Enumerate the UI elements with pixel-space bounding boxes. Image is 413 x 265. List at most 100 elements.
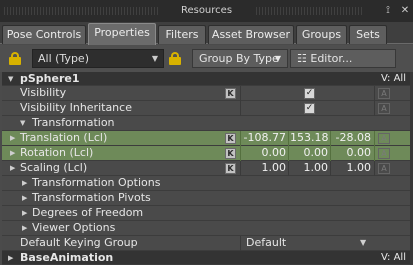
window-title: Resources xyxy=(180,5,233,16)
collapsed-triangle-icon[interactable]: ▶ xyxy=(10,131,15,145)
key-button[interactable]: K xyxy=(225,133,236,144)
editor-icon: ☷ xyxy=(297,52,307,65)
object-header-baseanimation[interactable]: ▶ BaseAnimation V: All xyxy=(2,251,410,265)
collapsed-triangle-icon[interactable]: ▶ xyxy=(8,251,13,265)
visibility-mode[interactable]: V: All xyxy=(381,251,406,265)
object-name: BaseAnimation xyxy=(20,251,114,264)
column-divider xyxy=(240,101,241,116)
collapsed-triangle-icon[interactable]: ▶ xyxy=(22,221,27,235)
type-filter-dropdown[interactable]: All (Type) ▼ xyxy=(32,49,164,68)
group-label: Transformation Pivots xyxy=(32,191,151,204)
visibility-checkbox[interactable]: ✓ xyxy=(304,88,315,99)
property-label: Translation (Lcl) xyxy=(20,131,108,144)
type-filter-value: All (Type) xyxy=(38,52,89,65)
group-by-label: Group By Type xyxy=(199,52,279,65)
editor-button[interactable]: ☷ Editor... xyxy=(290,49,396,68)
scaling-z-field[interactable]: 1.00 xyxy=(332,161,372,175)
column-divider xyxy=(240,161,241,176)
group-by-dropdown[interactable]: Group By Type ▼ xyxy=(192,49,288,68)
object-header-psphere1[interactable]: ▼ pSphere1 V: All xyxy=(2,72,410,86)
property-label: Rotation (Lcl) xyxy=(20,146,94,159)
column-divider xyxy=(374,101,375,116)
chevron-down-icon: ▼ xyxy=(274,54,281,63)
column-divider xyxy=(374,146,375,161)
group-row-viewer-options[interactable]: ▶ Viewer Options xyxy=(2,221,410,236)
property-row-default-keying-group: Default Keying Group Default ▼ xyxy=(2,236,410,251)
lock-icon[interactable] xyxy=(8,52,22,65)
translation-z-field[interactable]: -28.08 xyxy=(332,131,371,145)
collapsed-triangle-icon[interactable]: ▶ xyxy=(10,146,15,160)
rotation-z-field[interactable]: 0.00 xyxy=(332,146,372,160)
column-divider xyxy=(330,131,331,146)
property-label: Visibility xyxy=(20,86,67,99)
column-divider xyxy=(374,131,375,146)
collapsed-triangle-icon[interactable]: ▶ xyxy=(22,191,27,205)
column-divider xyxy=(330,146,331,161)
collapsed-triangle-icon[interactable]: ▶ xyxy=(22,176,27,190)
tab-asset-browser[interactable]: Asset Browser xyxy=(208,25,294,44)
animate-button[interactable]: A xyxy=(378,163,390,174)
group-label: Viewer Options xyxy=(32,221,116,234)
tab-groups[interactable]: Groups xyxy=(296,25,347,44)
tab-properties[interactable]: Properties xyxy=(88,23,156,45)
key-button[interactable]: K xyxy=(225,163,236,174)
lock-body xyxy=(9,57,21,65)
group-row-transformation[interactable]: ▼ Transformation xyxy=(2,116,410,131)
property-label: Default Keying Group xyxy=(20,236,138,249)
column-divider xyxy=(288,161,289,176)
column-divider xyxy=(288,146,289,161)
column-divider xyxy=(374,86,375,101)
visibility-inheritance-checkbox[interactable]: ✓ xyxy=(304,103,315,114)
properties-toolbar: All (Type) ▼ Group By Type ▼ ☷ Editor... xyxy=(0,45,413,72)
title-bar: Resources ⟟ ✕ xyxy=(0,0,413,22)
property-row-rotation: ▶ Rotation (Lcl) K 0.00 0.00 0.00 A xyxy=(2,146,410,161)
group-row-transformation-options[interactable]: ▶ Transformation Options xyxy=(2,176,410,191)
collapsed-triangle-icon[interactable]: ▶ xyxy=(22,206,27,220)
chevron-down-icon: ▼ xyxy=(151,54,158,63)
tab-filters[interactable]: Filters xyxy=(158,25,206,44)
visibility-mode[interactable]: V: All xyxy=(381,72,406,86)
animate-button[interactable]: A xyxy=(378,133,390,144)
tab-sets[interactable]: Sets xyxy=(349,25,387,44)
property-row-visibility: Visibility K ✓ A xyxy=(2,86,410,101)
translation-x-field[interactable]: -108.77 xyxy=(242,131,286,145)
object-name: pSphere1 xyxy=(20,72,80,85)
property-label: Visibility Inheritance xyxy=(20,101,132,114)
collapsed-triangle-icon[interactable]: ▶ xyxy=(10,161,15,175)
expanded-triangle-icon[interactable]: ▼ xyxy=(20,116,25,130)
column-divider xyxy=(330,161,331,176)
column-divider xyxy=(240,86,241,101)
group-row-transformation-pivots[interactable]: ▶ Transformation Pivots xyxy=(2,191,410,206)
rotation-y-field[interactable]: 0.00 xyxy=(290,146,329,160)
group-label: Degrees of Freedom xyxy=(32,206,144,219)
column-divider xyxy=(288,131,289,146)
lock-icon[interactable] xyxy=(168,52,182,65)
group-label: Transformation xyxy=(32,116,115,129)
property-row-scaling: ▶ Scaling (Lcl) K 1.00 1.00 1.00 A xyxy=(2,161,410,176)
lock-body xyxy=(169,57,181,65)
group-label: Transformation Options xyxy=(32,176,161,189)
key-button[interactable]: K xyxy=(225,148,236,159)
animate-button[interactable]: A xyxy=(378,103,390,114)
scaling-y-field[interactable]: 1.00 xyxy=(290,161,329,175)
expanded-triangle-icon[interactable]: ▼ xyxy=(8,72,13,86)
column-divider xyxy=(240,146,241,161)
column-divider xyxy=(240,131,241,146)
animate-button[interactable]: A xyxy=(378,148,390,159)
group-row-degrees-of-freedom[interactable]: ▶ Degrees of Freedom xyxy=(2,206,410,221)
rotation-x-field[interactable]: 0.00 xyxy=(242,146,287,160)
animate-button[interactable]: A xyxy=(378,88,390,99)
close-icon[interactable]: ✕ xyxy=(398,4,412,18)
pin-icon[interactable]: ⟟ xyxy=(381,4,395,18)
column-divider xyxy=(240,236,241,251)
property-label: Scaling (Lcl) xyxy=(20,161,88,174)
tab-pose-controls[interactable]: Pose Controls xyxy=(2,25,86,44)
scaling-x-field[interactable]: 1.00 xyxy=(242,161,287,175)
chevron-down-icon[interactable]: ▼ xyxy=(360,236,366,250)
translation-y-field[interactable]: 153.18 xyxy=(290,131,329,145)
key-button[interactable]: K xyxy=(225,88,236,99)
column-divider xyxy=(374,161,375,176)
keying-group-dropdown[interactable]: Default xyxy=(246,236,286,250)
property-row-visibility-inheritance: Visibility Inheritance ✓ A xyxy=(2,101,410,116)
tab-bar: Pose Controls Properties Filters Asset B… xyxy=(0,22,413,45)
